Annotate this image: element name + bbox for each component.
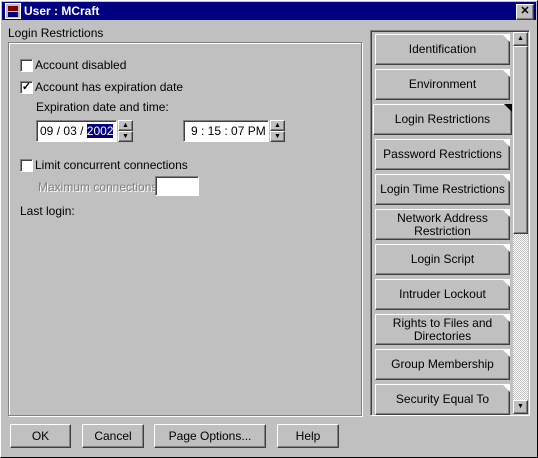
scroll-up-button[interactable]: ▲	[513, 32, 528, 46]
last-login-label: Last login:	[20, 204, 75, 218]
arrow-down-icon: ▼	[517, 403, 524, 410]
arrow-down-icon: ▼	[122, 133, 129, 140]
expiration-label: Expiration date and time:	[36, 100, 169, 114]
time-up-button[interactable]: ▲	[270, 120, 285, 131]
tab-identification[interactable]: Identification	[375, 34, 510, 65]
login-restrictions-group	[8, 42, 362, 416]
page-options-button[interactable]: Page Options...	[154, 424, 266, 448]
date-separator: /	[56, 124, 61, 138]
time-spinner[interactable]: ▲ ▼	[270, 120, 285, 142]
arrow-up-icon: ▲	[122, 122, 129, 129]
date-down-button[interactable]: ▼	[118, 131, 133, 142]
date-up-button[interactable]: ▲	[118, 120, 133, 131]
expiration-time-field[interactable]: 9 : 15 : 07 PM	[183, 120, 269, 142]
date-month[interactable]: 09	[40, 124, 53, 138]
arrow-up-icon: ▲	[274, 122, 281, 129]
window-title: User : MCraft	[24, 4, 100, 18]
date-day[interactable]: 03	[63, 124, 76, 138]
time-value[interactable]: 9 : 15 : 07 PM	[191, 124, 266, 138]
ok-button[interactable]: OK	[10, 424, 71, 448]
max-connections-label: Maximum connections:	[38, 180, 161, 194]
tab-login-script[interactable]: Login Script	[375, 244, 510, 275]
account-expires-label[interactable]: Account has expiration date	[35, 80, 183, 94]
close-button[interactable]: ✕	[516, 4, 534, 20]
scroll-thumb[interactable]	[513, 46, 528, 234]
close-icon: ✕	[520, 5, 530, 17]
tab-intruder-lockout[interactable]: Intruder Lockout	[375, 279, 510, 310]
tabs-scrollbar[interactable]: ▲ ▼	[513, 32, 528, 414]
account-disabled-checkbox[interactable]	[20, 59, 33, 72]
tab-rights-to-files-and-directories[interactable]: Rights to Files and Directories	[375, 314, 510, 345]
help-button[interactable]: Help	[277, 424, 339, 448]
title-bar[interactable]: User : MCraft ✕	[2, 2, 536, 20]
tab-login-restrictions[interactable]: Login Restrictions	[373, 104, 512, 135]
date-separator: /	[80, 124, 84, 138]
account-expires-checkbox[interactable]: ✓	[20, 81, 33, 94]
limit-concurrent-checkbox[interactable]	[20, 159, 33, 172]
max-connections-field[interactable]	[155, 176, 199, 196]
time-down-button[interactable]: ▼	[270, 131, 285, 142]
arrow-down-icon: ▼	[274, 133, 281, 140]
cancel-button[interactable]: Cancel	[82, 424, 144, 448]
date-year[interactable]: 2002	[86, 124, 114, 138]
tab-password-restrictions[interactable]: Password Restrictions	[375, 139, 510, 170]
app-icon	[5, 3, 21, 19]
tab-security-equal-to[interactable]: Security Equal To	[375, 384, 510, 415]
tab-environment[interactable]: Environment	[375, 69, 510, 100]
limit-concurrent-label[interactable]: Limit concurrent connections	[35, 158, 188, 172]
tab-network-address-restriction[interactable]: Network Address Restriction	[375, 209, 510, 240]
tab-group-membership[interactable]: Group Membership	[375, 349, 510, 380]
date-spinner[interactable]: ▲ ▼	[118, 120, 133, 142]
group-title: Login Restrictions	[8, 26, 104, 40]
account-disabled-label[interactable]: Account disabled	[35, 58, 126, 72]
arrow-up-icon: ▲	[517, 35, 524, 42]
scroll-down-button[interactable]: ▼	[513, 400, 528, 414]
tab-login-time-restrictions[interactable]: Login Time Restrictions	[375, 174, 510, 205]
expiration-date-field[interactable]: 09 / 03 / 2002	[36, 120, 117, 142]
checkmark-icon: ✓	[21, 81, 32, 93]
